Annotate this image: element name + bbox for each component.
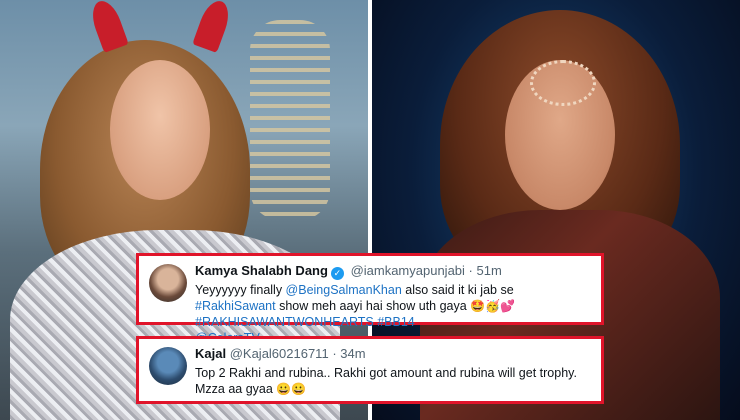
user-name[interactable]: Kamya Shalabh Dang — [195, 263, 328, 278]
tweet-header: Kamya Shalabh Dang ✓ @iamkamyapunjabi · 5… — [195, 263, 502, 280]
timestamp[interactable]: 34m — [340, 346, 365, 361]
emoji-group: 🤩🥳💕 — [470, 299, 515, 313]
user-handle[interactable]: @iamkamyapunjabi — [351, 263, 465, 278]
devil-horn-icon — [87, 0, 129, 53]
hashtag-link[interactable]: #BB14 — [377, 315, 415, 329]
tweet-card[interactable]: Kajal @Kajal60216711 · 34m Top 2 Rakhi a… — [136, 336, 604, 404]
dot-separator: · — [468, 263, 477, 278]
verified-badge-icon: ✓ — [330, 267, 344, 280]
hashtag-link[interactable]: #RakhiSawant — [195, 299, 276, 313]
avatar[interactable] — [149, 264, 187, 302]
text-segment: show meh aayi hai show uth gaya — [275, 299, 471, 313]
avatar[interactable] — [149, 347, 187, 385]
user-name[interactable]: Kajal — [195, 346, 226, 361]
emoji-group: 😀😀 — [276, 382, 307, 396]
tweet-text: Top 2 Rakhi and rubina.. Rakhi got amoun… — [195, 365, 593, 397]
timestamp[interactable]: 51m — [477, 263, 502, 278]
text-segment: also said it ki jab se — [401, 283, 514, 297]
text-segment: Top 2 Rakhi and rubina.. Rakhi got amoun… — [195, 366, 577, 396]
maang-tikka — [530, 60, 596, 106]
skeleton-prop — [250, 20, 330, 220]
mention-link[interactable]: @BeingSalmanKhan — [286, 283, 402, 297]
devil-horn-icon — [192, 0, 234, 53]
text-segment: Yeyyyyyy finally — [195, 283, 286, 297]
user-handle[interactable]: @Kajal60216711 — [230, 346, 329, 361]
tweet-card[interactable]: Kamya Shalabh Dang ✓ @iamkamyapunjabi · 5… — [136, 253, 604, 345]
hashtag-link[interactable]: #RAKHISAWANTWONHEARTS — [195, 315, 374, 329]
tweet-header: Kajal @Kajal60216711 · 34m — [195, 346, 366, 361]
face — [110, 60, 210, 200]
collage: Kamya Shalabh Dang ✓ @iamkamyapunjabi · 5… — [0, 0, 740, 420]
